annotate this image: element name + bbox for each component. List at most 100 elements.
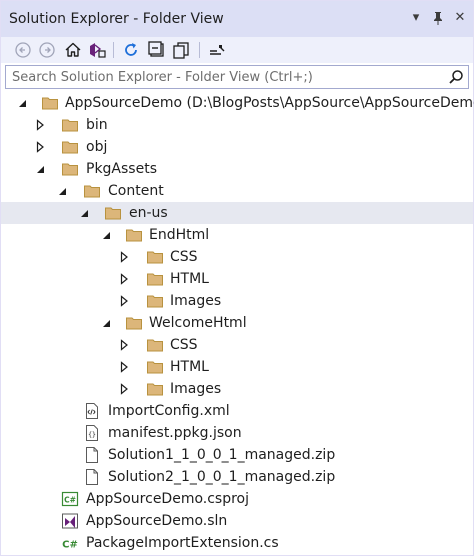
expand-arrow-icon[interactable] bbox=[118, 361, 130, 373]
folder-icon bbox=[125, 314, 143, 332]
toolbar-separator bbox=[113, 42, 114, 58]
tree-item-pkgassets[interactable]: PkgAssets bbox=[1, 158, 473, 180]
folder-icon bbox=[146, 292, 164, 310]
collapse-arrow-icon[interactable] bbox=[78, 207, 90, 219]
tree-item-label: WelcomeHtml bbox=[149, 315, 247, 331]
tree-item-end-css[interactable]: CSS bbox=[1, 246, 473, 268]
visual-studio-solution-icon bbox=[61, 512, 79, 530]
tree-item-label: ImportConfig.xml bbox=[108, 403, 230, 419]
folder-icon bbox=[125, 226, 143, 244]
expand-arrow-icon[interactable] bbox=[34, 119, 46, 131]
folder-icon bbox=[83, 182, 101, 200]
tree-item-root[interactable]: AppSourceDemo (D:\BlogPosts\AppSource\Ap… bbox=[1, 92, 474, 114]
solution-explorer-window: Solution Explorer - Folder View ▾ ✕ Sear… bbox=[0, 0, 474, 556]
tree-item-label: bin bbox=[86, 117, 108, 133]
tree-item-csproj[interactable]: C# AppSourceDemo.csproj bbox=[1, 488, 473, 510]
tree-item-obj[interactable]: obj bbox=[1, 136, 473, 158]
collapse-arrow-icon[interactable] bbox=[56, 185, 68, 197]
solution-tree: AppSourceDemo (D:\BlogPosts\AppSource\Ap… bbox=[1, 91, 474, 555]
refresh-icon[interactable] bbox=[121, 40, 141, 60]
tree-item-label: AppSourceDemo.csproj bbox=[86, 491, 250, 507]
csharp-file-icon: C# bbox=[61, 534, 79, 552]
folder-icon bbox=[146, 248, 164, 266]
tree-item-welcome-images[interactable]: Images bbox=[1, 378, 473, 400]
tree-item-label: Solution2_1_0_0_1_managed.zip bbox=[108, 469, 336, 485]
tree-item-content[interactable]: Content bbox=[1, 180, 473, 202]
collapse-arrow-icon[interactable] bbox=[16, 97, 28, 109]
folder-icon bbox=[41, 94, 59, 112]
tree-item-label: Solution1_1_0_0_1_managed.zip bbox=[108, 447, 336, 463]
file-icon bbox=[83, 468, 101, 486]
folder-icon bbox=[104, 204, 122, 222]
close-icon[interactable]: ✕ bbox=[451, 9, 469, 27]
window-options-dropdown-icon[interactable]: ▾ bbox=[407, 9, 425, 27]
collapse-arrow-icon[interactable] bbox=[100, 229, 112, 241]
tree-item-bin[interactable]: bin bbox=[1, 114, 473, 136]
tree-item-end-images[interactable]: Images bbox=[1, 290, 473, 312]
tree-item-label: AppSourceDemo (D:\BlogPosts\AppSource\Ap… bbox=[65, 95, 474, 111]
folder-icon bbox=[61, 160, 79, 178]
tree-item-endhtml[interactable]: EndHtml bbox=[1, 224, 473, 246]
tree-item-label: CSS bbox=[170, 337, 198, 353]
tree-item-label: manifest.ppkg.json bbox=[108, 425, 242, 441]
show-all-files-icon[interactable] bbox=[171, 40, 191, 60]
tree-item-importconfig[interactable]: ImportConfig.xml bbox=[1, 400, 473, 422]
expand-arrow-icon[interactable] bbox=[118, 251, 130, 263]
tree-item-label: CSS bbox=[170, 249, 198, 265]
folder-icon bbox=[146, 336, 164, 354]
svg-text:C#: C# bbox=[62, 540, 78, 551]
tree-item-label: PkgAssets bbox=[86, 161, 157, 177]
tree-item-welcome-css[interactable]: CSS bbox=[1, 334, 473, 356]
folder-icon bbox=[146, 270, 164, 288]
svg-text:{}: {} bbox=[88, 431, 96, 439]
expand-arrow-icon[interactable] bbox=[34, 141, 46, 153]
tree-item-label: en-us bbox=[129, 205, 168, 221]
title-bar: Solution Explorer - Folder View ▾ ✕ bbox=[1, 1, 473, 38]
tree-item-welcome-html[interactable]: HTML bbox=[1, 356, 473, 378]
tree-item-manifest[interactable]: {} manifest.ppkg.json bbox=[1, 422, 473, 444]
csharp-project-icon: C# bbox=[61, 490, 79, 508]
back-icon[interactable] bbox=[13, 40, 33, 60]
tree-item-label: obj bbox=[86, 139, 108, 155]
tree-item-end-html[interactable]: HTML bbox=[1, 268, 473, 290]
collapse-all-icon[interactable] bbox=[147, 40, 167, 60]
tree-item-label: Content bbox=[108, 183, 164, 199]
folder-icon bbox=[146, 380, 164, 398]
folder-icon bbox=[61, 138, 79, 156]
tree-item-label: Images bbox=[170, 293, 222, 309]
tree-item-label: HTML bbox=[170, 359, 209, 375]
tree-item-label: AppSourceDemo.sln bbox=[86, 513, 228, 529]
switch-views-icon[interactable] bbox=[87, 40, 107, 60]
tree-item-solution2-zip[interactable]: Solution2_1_0_0_1_managed.zip bbox=[1, 466, 473, 488]
tree-item-solution1-zip[interactable]: Solution1_1_0_0_1_managed.zip bbox=[1, 444, 473, 466]
search-input[interactable] bbox=[6, 66, 436, 88]
toolbar-separator bbox=[199, 42, 200, 58]
expand-arrow-icon[interactable] bbox=[118, 339, 130, 351]
collapse-arrow-icon[interactable] bbox=[34, 163, 46, 175]
tree-item-package-import-extension[interactable]: C# PackageImportExtension.cs bbox=[1, 532, 473, 554]
xml-file-icon bbox=[83, 402, 101, 420]
tree-item-welcomehtml[interactable]: WelcomeHtml bbox=[1, 312, 473, 334]
tree-item-en-us[interactable]: en-us bbox=[1, 202, 473, 224]
tree-item-sln[interactable]: AppSourceDemo.sln bbox=[1, 510, 473, 532]
tree-item-label: Images bbox=[170, 381, 222, 397]
expand-arrow-icon[interactable] bbox=[118, 295, 130, 307]
properties-icon[interactable] bbox=[207, 40, 227, 60]
home-icon[interactable] bbox=[63, 40, 83, 60]
tree-item-label: EndHtml bbox=[149, 227, 210, 243]
expand-arrow-icon[interactable] bbox=[118, 273, 130, 285]
json-file-icon: {} bbox=[83, 424, 101, 442]
forward-icon[interactable] bbox=[37, 40, 57, 60]
collapse-arrow-icon[interactable] bbox=[100, 317, 112, 329]
expand-arrow-icon[interactable] bbox=[118, 383, 130, 395]
search-box[interactable] bbox=[5, 65, 469, 89]
file-icon bbox=[83, 446, 101, 464]
tree-item-label: HTML bbox=[170, 271, 209, 287]
svg-text:C#: C# bbox=[64, 496, 76, 505]
search-icon[interactable] bbox=[447, 68, 465, 86]
tree-item-label: PackageImportExtension.cs bbox=[86, 535, 279, 551]
pin-icon[interactable] bbox=[429, 9, 447, 27]
toolbar bbox=[1, 37, 473, 63]
folder-icon bbox=[61, 116, 79, 134]
folder-icon bbox=[146, 358, 164, 376]
